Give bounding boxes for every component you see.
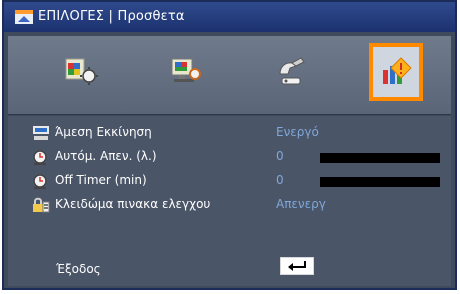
item-keypad-lock[interactable]: Κλειδώμα πινακα ελεγχου Απενεργ bbox=[8, 194, 451, 216]
tab-options[interactable] bbox=[369, 43, 423, 101]
item-direct-power-on[interactable]: Άμεση Εκκίνηση Ενεργό bbox=[8, 122, 451, 144]
keypad-lock-icon bbox=[33, 197, 50, 213]
setup-settings-icon bbox=[279, 57, 305, 85]
options-title-icon bbox=[15, 10, 33, 24]
osd-menu-window: ΕΠΙΛΟΓΕΣ | Προσθετα Άμεση Εκκίνηση Ενεργ… bbox=[2, 0, 457, 290]
tab-display[interactable] bbox=[159, 43, 213, 101]
item-label: Αυτόμ. Απεν. (λ.) bbox=[55, 149, 157, 163]
title-bar: ΕΠΙΛΟΓΕΣ | Προσθετα bbox=[4, 2, 455, 32]
exit-label: Έξοδος bbox=[56, 262, 101, 276]
enter-arrow-icon bbox=[288, 261, 306, 271]
item-value: Ενεργό bbox=[276, 125, 319, 139]
off-timer-slider[interactable] bbox=[320, 177, 440, 187]
auto-power-off-slider[interactable] bbox=[320, 153, 440, 163]
auto-power-off-icon bbox=[33, 150, 47, 165]
item-label: Άμεση Εκκίνηση bbox=[55, 125, 152, 139]
direct-power-on-icon bbox=[33, 126, 49, 140]
item-value: 0 bbox=[276, 173, 284, 187]
tab-setup[interactable] bbox=[264, 43, 318, 101]
display-settings-icon bbox=[171, 58, 201, 82]
item-value: Απενεργ bbox=[276, 197, 326, 211]
item-auto-power-off[interactable]: Αυτόμ. Απεν. (λ.) 0 bbox=[8, 146, 451, 168]
settings-list: Άμεση Εκκίνηση Ενεργό Αυτόμ. Απεν. (λ.) … bbox=[8, 116, 451, 286]
tab-picture[interactable] bbox=[54, 43, 108, 101]
exit-enter-button[interactable] bbox=[280, 257, 314, 275]
item-label: Κλειδώμα πινακα ελεγχου bbox=[55, 197, 211, 211]
item-label: Off Timer (min) bbox=[55, 173, 147, 187]
category-tab-bar bbox=[8, 36, 451, 115]
item-value: 0 bbox=[276, 149, 284, 163]
menu-title: ΕΠΙΛΟΓΕΣ | Προσθετα bbox=[38, 9, 185, 24]
off-timer-icon bbox=[33, 174, 47, 189]
item-off-timer[interactable]: Off Timer (min) 0 bbox=[8, 170, 451, 192]
options-settings-icon bbox=[383, 57, 412, 84]
picture-settings-icon bbox=[65, 58, 98, 85]
